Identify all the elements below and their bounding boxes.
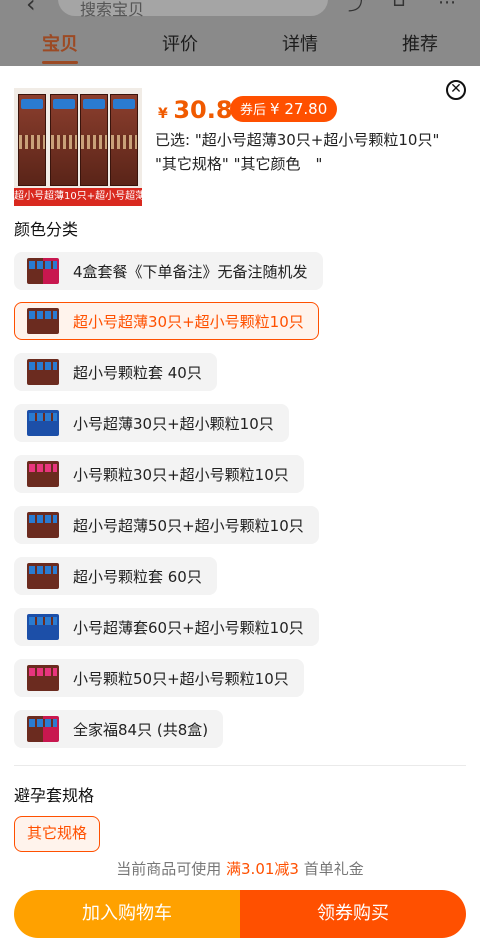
promo-highlight: 满3.01减3 <box>226 860 299 878</box>
color-option[interactable]: 小号超薄30只+超小颗粒10只 <box>14 404 289 442</box>
after-coupon-price: ¥ 27.80 <box>270 100 328 118</box>
tab-details[interactable]: 详情 <box>240 28 360 64</box>
package-box <box>80 94 108 186</box>
option-label: 超小号颗粒套 40只 <box>73 363 202 382</box>
option-thumbnail-icon <box>27 716 59 742</box>
buy-with-coupon-button[interactable]: 领券购买 <box>240 890 466 938</box>
after-coupon-badge: 券后 ¥ 27.80 <box>230 96 338 122</box>
option-label: 全家福84只 (共8盒) <box>73 720 209 739</box>
cart-icon[interactable]: ⊔ <box>392 0 406 11</box>
tab-reviews[interactable]: 评价 <box>120 28 240 64</box>
option-thumbnail-icon <box>27 410 59 436</box>
option-thumbnail-icon <box>27 359 59 385</box>
product-image[interactable]: 超小号超薄10只+超小号超薄30只 <box>14 88 142 206</box>
page-header: ‹ 搜索宝贝 ⤴ ⊔ ⋯ 宝贝 评价 详情 推荐 <box>0 0 480 66</box>
section-divider <box>14 765 466 766</box>
tab-baobei[interactable]: 宝贝 <box>0 28 120 64</box>
package-box <box>50 94 78 186</box>
bottom-action-bar: 当前商品可使用 满3.01减3 首单礼金 加入购物车 领券购买 <box>0 852 480 942</box>
color-option[interactable]: 小号超薄套60只+超小号颗粒10只 <box>14 608 319 646</box>
color-option[interactable]: 小号颗粒50只+超小号颗粒10只 <box>14 659 304 697</box>
close-icon[interactable]: ✕ <box>446 80 466 100</box>
product-tabs: 宝贝 评价 详情 推荐 <box>0 28 480 64</box>
color-option[interactable]: 全家福84只 (共8盒) <box>14 710 224 748</box>
after-coupon-label: 券后 <box>240 103 267 118</box>
price-value: 30.8 <box>173 96 233 124</box>
option-thumbnail-icon <box>27 308 59 334</box>
back-arrow-icon[interactable]: ‹ <box>26 0 36 18</box>
promo-prefix: 当前商品可使用 <box>116 860 222 878</box>
selected-summary: 已选: "超小号超薄30只+超小号颗粒10只" "其它规格" "其它颜色 " <box>155 131 440 173</box>
color-option[interactable]: 4盒套餐《下单备注》无备注随机发 <box>14 252 323 290</box>
promo-text: 当前商品可使用 满3.01减3 首单礼金 <box>0 858 480 879</box>
option-thumbnail-icon <box>27 563 59 589</box>
option-label: 小号颗粒30只+超小号颗粒10只 <box>73 465 289 484</box>
share-icon[interactable]: ⤴ <box>348 0 366 16</box>
option-label: 超小号超薄30只+超小号颗粒10只 <box>73 312 304 331</box>
color-option-selected[interactable]: 超小号超薄30只+超小号颗粒10只 <box>14 302 319 340</box>
color-option[interactable]: 超小号颗粒套 60只 <box>14 557 217 595</box>
sku-sheet: 超小号超薄10只+超小号超薄30只 ¥ 30.8 券后¥ 27.80 ✕ 已选:… <box>0 66 480 942</box>
option-label: 超小号超薄50只+超小号颗粒10只 <box>73 516 304 535</box>
price-currency: ¥ <box>158 106 168 122</box>
spec-option-selected[interactable]: 其它规格 <box>14 816 101 852</box>
image-caption: 超小号超薄10只+超小号超薄30只 <box>14 188 142 206</box>
add-to-cart-button[interactable]: 加入购物车 <box>14 890 240 938</box>
package-box <box>110 94 138 186</box>
search-placeholder: 搜索宝贝 <box>80 0 145 19</box>
option-thumbnail-icon <box>27 614 59 640</box>
package-box <box>18 94 46 186</box>
option-label: 小号超薄30只+超小颗粒10只 <box>73 414 274 433</box>
option-thumbnail-icon <box>27 512 59 538</box>
option-label: 超小号颗粒套 60只 <box>73 567 202 586</box>
color-option[interactable]: 小号颗粒30只+超小号颗粒10只 <box>14 455 304 493</box>
color-option[interactable]: 超小号颗粒套 40只 <box>14 353 217 391</box>
spec-section-title: 避孕套规格 <box>14 786 95 805</box>
option-label: 小号超薄套60只+超小号颗粒10只 <box>73 618 304 637</box>
color-option[interactable]: 超小号超薄50只+超小号颗粒10只 <box>14 506 319 544</box>
action-buttons: 加入购物车 领券购买 <box>14 890 466 938</box>
option-label: 小号颗粒50只+超小号颗粒10只 <box>73 669 289 688</box>
option-thumbnail-icon <box>27 665 59 691</box>
option-label: 4盒套餐《下单备注》无备注随机发 <box>73 262 308 281</box>
color-section-title: 颜色分类 <box>14 220 79 239</box>
search-box[interactable]: 搜索宝贝 <box>58 0 328 19</box>
option-thumbnail-icon <box>27 258 59 284</box>
search-strip: ‹ 搜索宝贝 ⤴ ⊔ ⋯ <box>0 0 480 20</box>
price: ¥ 30.8 <box>158 96 233 124</box>
promo-suffix: 首单礼金 <box>303 860 364 878</box>
tab-recommend[interactable]: 推荐 <box>360 28 480 64</box>
more-icon[interactable]: ⋯ <box>438 0 456 13</box>
option-thumbnail-icon <box>27 461 59 487</box>
